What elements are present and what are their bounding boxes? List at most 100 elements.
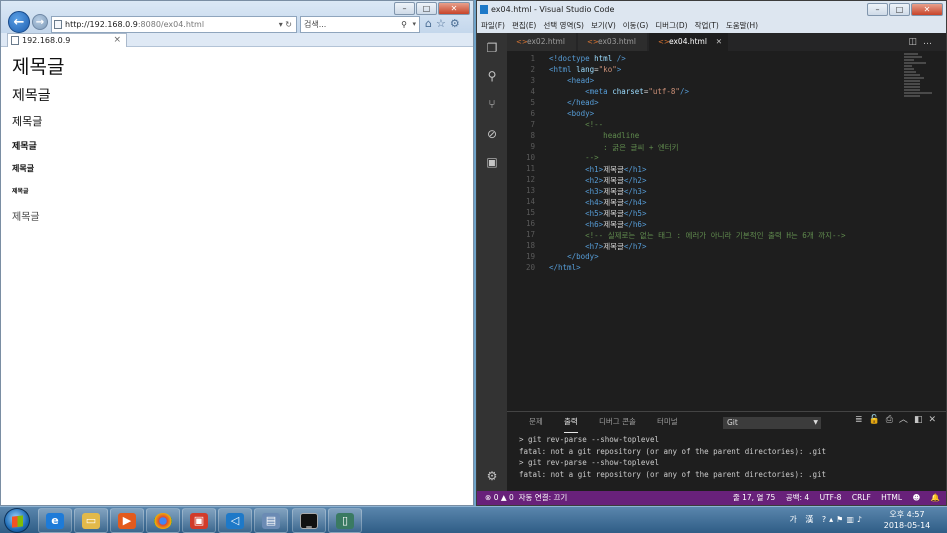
panel-tab-debug-console[interactable]: 디버그 콘솔: [599, 412, 636, 432]
flag-icon[interactable]: ⚑: [836, 515, 846, 524]
window-taskbar-icon[interactable]: ▯: [328, 508, 362, 533]
split-editor-icon[interactable]: ◫: [908, 37, 923, 47]
menu-help[interactable]: 도움말(H): [726, 21, 758, 30]
menu-file[interactable]: 파일(F): [481, 21, 505, 30]
smiley-feedback-icon[interactable]: ☻: [912, 493, 920, 502]
start-button[interactable]: [4, 508, 30, 533]
minimize-button[interactable]: –: [394, 2, 415, 15]
explorer-icon[interactable]: ❐: [485, 41, 499, 55]
address-host: http://192.168.0.9: [65, 20, 138, 29]
heading-h3: 제목글: [12, 115, 43, 128]
editor-tabs: <> ex02.html <> ex03.html <> ex04.html ✕…: [507, 33, 946, 51]
ie-tab[interactable]: 192.168.0.9 ×: [7, 33, 127, 47]
tab-ex04[interactable]: <> ex04.html ✕: [649, 33, 729, 51]
error-icon[interactable]: ⊗: [485, 493, 491, 502]
vscode-taskbar-icon[interactable]: ◁: [218, 508, 252, 533]
explorer-taskbar-icon[interactable]: ▭: [74, 508, 108, 533]
minimize-button[interactable]: –: [867, 3, 888, 16]
cursor-position[interactable]: 줄 17, 열 75: [733, 493, 775, 502]
maximize-panel-icon[interactable]: ◧: [914, 415, 929, 425]
tab-ex03[interactable]: <> ex03.html: [578, 33, 648, 51]
indentation[interactable]: 공백: 4: [786, 493, 809, 502]
refresh-icon[interactable]: ▾ ↻: [279, 17, 292, 32]
maximize-button[interactable]: □: [416, 2, 437, 15]
tab-close-icon[interactable]: ×: [113, 34, 121, 47]
more-actions-icon[interactable]: …: [923, 37, 938, 47]
debug-icon[interactable]: ⊘: [485, 127, 499, 141]
panel-tab-terminal[interactable]: 터미널: [657, 412, 678, 432]
tab-title: 192.168.0.9: [22, 36, 71, 45]
ie-taskbar-icon[interactable]: e: [38, 508, 72, 533]
line-number: 4: [530, 87, 535, 96]
menu-view[interactable]: 보기(V): [591, 21, 616, 30]
code-line: <!--: [585, 120, 604, 129]
media-player-taskbar-icon[interactable]: ▶: [110, 508, 144, 533]
gear-icon[interactable]: ⚙: [485, 469, 499, 483]
network-icon[interactable]: ▥: [846, 515, 857, 524]
address-bar[interactable]: http://192.168.0.9:8080/ex04.html ▾ ↻: [51, 16, 297, 33]
code-line: <h7>제목글</h7>: [585, 242, 647, 251]
maximize-button[interactable]: □: [889, 3, 910, 16]
warning-icon[interactable]: ▲: [501, 493, 507, 502]
line-number: 13: [525, 186, 535, 195]
close-icon[interactable]: ✕: [928, 415, 942, 425]
search-box[interactable]: 검색... ⚲ ▾: [300, 16, 420, 33]
ime-indicator[interactable]: 가 漢: [789, 515, 816, 524]
heading-h1: 제목글: [12, 56, 65, 78]
chevron-up-icon[interactable]: ︿: [899, 415, 914, 425]
source-control-icon[interactable]: ⑂: [485, 97, 499, 111]
ie-toolbar: – □ ✕ ← → http://192.168.0.9:8080/ex04.h…: [1, 1, 473, 33]
home-icon[interactable]: ⌂: [425, 17, 436, 30]
code-line: <html lang="ko">: [549, 65, 622, 74]
back-arrow-icon[interactable]: ←: [8, 11, 30, 33]
menu-go[interactable]: 이동(G): [623, 21, 648, 30]
line-number: 14: [525, 197, 535, 206]
menu-edit[interactable]: 편집(E): [512, 21, 536, 30]
output-channel-select[interactable]: Git ▼: [723, 417, 821, 429]
close-button[interactable]: ✕: [438, 2, 470, 15]
menu-tasks[interactable]: 작업(T): [695, 21, 719, 30]
chrome-taskbar-icon[interactable]: [146, 508, 180, 533]
gear-icon[interactable]: ⚙: [450, 17, 464, 30]
menu-debug[interactable]: 디버그(D): [655, 21, 687, 30]
language-mode[interactable]: HTML: [881, 493, 902, 502]
search-icon[interactable]: ⚲: [401, 17, 407, 32]
clock[interactable]: 오후 4:57 2018-05-14: [877, 509, 937, 531]
open-log-icon[interactable]: ⎙: [886, 415, 899, 425]
search-icon[interactable]: ⚲: [485, 69, 499, 83]
chevron-down-icon[interactable]: ▾: [412, 17, 416, 32]
windows-logo-icon: [12, 515, 23, 528]
code-editor[interactable]: 1 <!doctype html /> 2 <html lang="ko"> 3…: [507, 51, 946, 411]
encoding[interactable]: UTF-8: [820, 493, 842, 502]
minimap[interactable]: [904, 53, 934, 103]
line-number: 9: [530, 142, 535, 151]
extensions-icon[interactable]: ▣: [485, 155, 499, 169]
tab-label: ex04.html: [669, 37, 707, 46]
tab-ex02[interactable]: <> ex02.html: [507, 33, 577, 51]
warning-count[interactable]: 0: [509, 493, 514, 502]
ie-window: – □ ✕ ← → http://192.168.0.9:8080/ex04.h…: [0, 0, 474, 506]
code-line: <h3>제목글</h3>: [585, 187, 647, 196]
close-button[interactable]: ✕: [911, 3, 943, 16]
cmd-taskbar-icon[interactable]: _: [292, 508, 326, 533]
forward-arrow-icon[interactable]: →: [32, 14, 48, 30]
error-count[interactable]: 0: [494, 493, 499, 502]
heading-h5: 제목글: [12, 164, 35, 173]
page-content: 제목글 제목글 제목글 제목글 제목글 제목글 제목글: [1, 48, 473, 505]
panel-tab-problems[interactable]: 문제: [529, 412, 543, 432]
panel-tab-output[interactable]: 출력: [564, 412, 578, 433]
tab-close-icon[interactable]: ✕: [716, 33, 722, 51]
editor-actions: ◫…: [908, 33, 938, 51]
line-ending[interactable]: CRLF: [852, 493, 871, 502]
app-taskbar-icon[interactable]: ▣: [182, 508, 216, 533]
clear-output-icon[interactable]: ≣: [855, 415, 869, 425]
favorites-star-icon[interactable]: ☆: [436, 17, 450, 30]
lock-icon[interactable]: 🔓: [869, 415, 886, 425]
auto-attach-status[interactable]: 자동 연결: 끄기: [519, 493, 568, 502]
volume-icon[interactable]: ♪: [857, 515, 865, 524]
remote-desktop-taskbar-icon[interactable]: ▤: [254, 508, 288, 533]
code-line: </html>: [549, 263, 581, 272]
menu-selection[interactable]: 선택 영역(S): [543, 21, 584, 30]
bell-icon[interactable]: 🔔: [931, 493, 940, 502]
code-line: <h1>제목글</h1>: [585, 165, 647, 174]
